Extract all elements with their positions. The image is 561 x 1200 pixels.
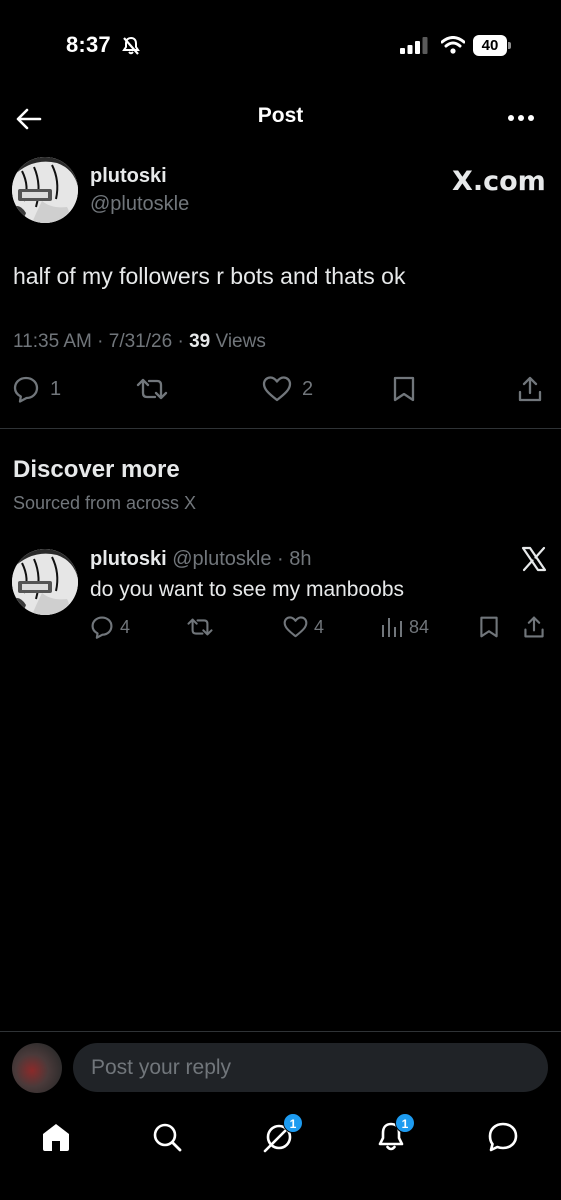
more-options-button[interactable] [505,108,537,128]
recommended-post-text[interactable]: do you want to see my manboobs [90,578,404,602]
heart-icon [262,376,292,402]
views-label: Views [215,331,266,352]
repost-icon [136,378,168,400]
author-handle[interactable]: @plutoskle [90,193,189,216]
home-icon [43,1124,69,1151]
recommended-view-count: 84 [409,616,430,637]
bookmark-icon [480,616,498,638]
recommended-views-button[interactable]: 84 [381,615,429,639]
bookmark-icon [393,376,415,402]
battery-level: 40 [473,35,507,56]
wifi-icon [441,36,465,54]
recommended-post-header: plutoski @plutoskle · 8h [90,548,312,571]
recommended-post-age: 8h [289,548,312,570]
recommended-like-button[interactable]: 4 [283,615,324,639]
share-icon [524,616,544,638]
reply-icon [91,616,113,639]
meta-separator: · [271,548,290,570]
divider [0,428,561,429]
recommended-author-avatar[interactable] [12,549,78,615]
meta-separator: · [177,331,190,352]
like-count: 2 [302,377,314,400]
heart-icon [283,616,308,638]
meta-separator: · [97,331,109,352]
battery-indicator: 40 [473,35,511,56]
post-date: 7/31/26 [108,331,173,352]
x-logo-icon [521,546,547,572]
tab-grok[interactable]: 1 [261,1113,303,1155]
tab-notifications[interactable]: 1 [373,1113,415,1155]
discover-subtitle: Sourced from across X [13,493,197,513]
reply-count: 1 [50,377,62,400]
repost-button[interactable] [135,375,169,403]
recommended-bookmark-button[interactable] [478,615,500,639]
status-time: 8:37 [66,32,111,57]
tab-messages[interactable] [485,1119,521,1155]
tab-search[interactable] [149,1119,185,1155]
ellipsis-icon [508,115,534,121]
current-user-avatar[interactable] [12,1043,62,1093]
source-label: X.com [452,166,546,197]
recommended-author-name[interactable]: plutoski [90,548,167,570]
recommended-reply-button[interactable]: 4 [90,615,130,639]
bookmark-button[interactable] [391,375,417,403]
share-icon [518,376,542,402]
reply-icon [13,376,39,403]
bell-muted-icon [121,36,141,56]
divider [0,1031,561,1032]
recommended-reply-count: 4 [120,616,131,637]
reply-button[interactable]: 1 [12,375,61,403]
post-time: 11:35 AM [13,331,92,352]
page-title: Post [257,104,304,127]
views-count: 39 [189,331,211,352]
battery-nub [508,42,511,49]
author-avatar[interactable] [12,157,78,223]
reply-placeholder: Post your reply [91,1056,232,1079]
post-meta: 11:35 AM · 7/31/26 · 39 Views [13,331,266,353]
tab-home[interactable] [38,1119,74,1155]
recommended-repost-button[interactable] [186,615,214,639]
bar-chart-icon [382,618,402,637]
recommended-share-button[interactable] [522,615,546,639]
cellular-signal-icon [400,37,430,54]
recommended-like-count: 4 [314,616,325,637]
author-display-name[interactable]: plutoski [90,165,167,188]
like-button[interactable]: 2 [262,375,313,403]
grok-badge: 1 [283,1113,303,1133]
repost-icon [187,618,213,636]
share-button[interactable] [516,375,544,403]
post-text: half of my followers r bots and thats ok [13,263,406,289]
notifications-badge: 1 [395,1113,415,1133]
chat-bubble-icon [488,1122,518,1152]
recommended-author-handle[interactable]: @plutoskle [172,548,271,570]
discover-title: Discover more [13,456,180,483]
reply-input[interactable]: Post your reply [73,1043,548,1092]
search-icon [153,1123,182,1152]
